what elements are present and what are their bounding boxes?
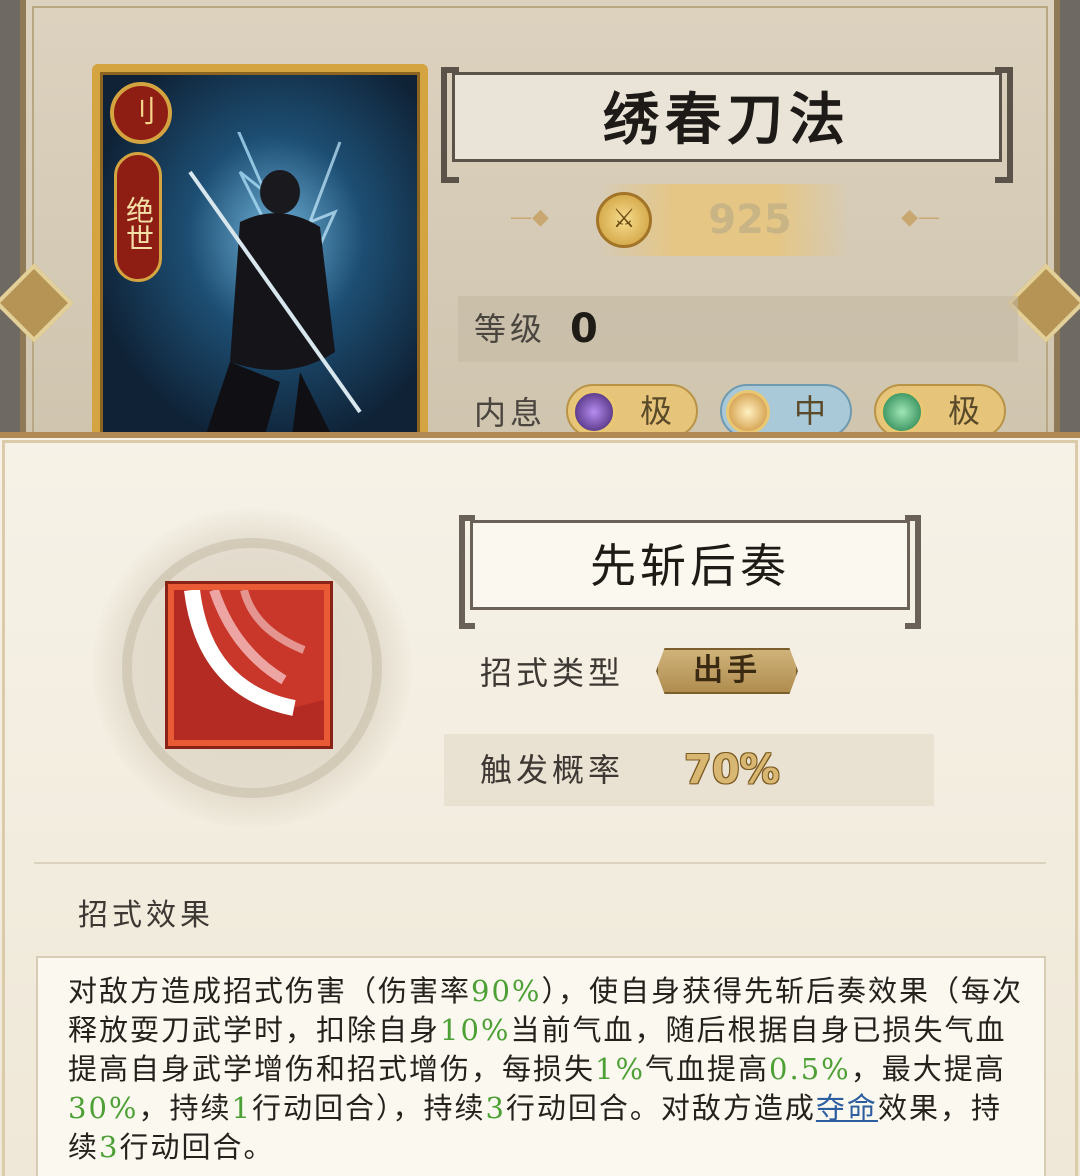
skill-title: 先斩后奏 [590,539,790,593]
weapon-title: 绣春刀法 [603,87,851,153]
rank-badge: 绝世 [114,152,162,282]
duoming-link[interactable]: 夺命 [816,1091,878,1125]
slash-graphic-icon [174,590,324,740]
effect-number: 3 [99,1130,120,1164]
divider [34,862,1046,864]
purple-moon-icon [572,390,616,434]
effect-text-segment: 气血提高 [645,1052,770,1086]
effect-number: 90% [471,974,542,1008]
trigger-label: 触发概率 [480,751,625,789]
trigger-value: 70% [684,747,780,793]
effect-label: 招式效果 [78,898,214,933]
skill-detail-panel: 先斩后奏 招式类型 出手 触发概率 70% 招式效果 对敌方造成招式伤害（伤害率… [0,432,1080,1176]
ornament-left-icon: —◆ [510,205,549,230]
neixi-slot-1[interactable]: 极 [566,384,698,438]
power-row: —◆ ⚔ 925 ◆— [510,180,940,260]
golden-sun-icon [726,390,770,434]
power-value: 925 [708,197,792,243]
neixi-grade: 极 [947,392,980,430]
effect-text-segment: 行动回合。 [119,1130,275,1164]
effect-number: 1 [231,1091,252,1125]
skill-title-frame: 先斩后奏 [459,515,921,629]
neixi-grade: 中 [793,392,826,430]
effect-text-segment: 行动回合。对敌方造成 [505,1091,816,1125]
neixi-slot-2[interactable]: 中 [720,384,852,438]
effect-text-segment: 行动回合），持续 [251,1091,486,1125]
effect-number: 3 [485,1091,506,1125]
neixi-grade: 极 [639,392,672,430]
effect-number: 0.5% [769,1052,851,1086]
weapon-card-art[interactable]: 刂 绝世 [92,64,428,444]
neixi-slot-3[interactable]: 极 [874,384,1006,438]
green-ring-icon [880,390,924,434]
effect-text-segment: 对敌方造成招式伤害（伤害率 [68,974,472,1008]
effect-number: 10% [440,1013,511,1047]
type-badge: 出手 [656,648,798,694]
trigger-row: 触发概率 70% [444,734,934,806]
sect-emblem-icon: 刂 [110,82,172,144]
sword-power-icon: ⚔ [596,192,652,248]
effect-number: 30% [68,1091,139,1125]
swordsman-figure-icon [188,132,362,436]
type-label: 招式类型 [480,654,625,692]
skill-detail-screen: 刂 绝世 绣春刀法 —◆ ⚔ 925 ◆— 等级 0 内息 极 中 极 先斩后奏… [0,0,1080,1176]
blade-slash-icon[interactable] [168,584,330,746]
effect-text: 对敌方造成招式伤害（伤害率90%），使自身获得先斩后奏效果（每次释放耍刀武学时，… [68,972,1028,1167]
level-row: 等级 0 [458,296,1018,362]
effect-text-segment: ，最大提高 [850,1052,1006,1086]
level-label: 等级 [474,310,547,348]
ornament-right-icon: ◆— [901,205,940,230]
effect-box: 对敌方造成招式伤害（伤害率90%），使自身获得先斩后奏效果（每次释放耍刀武学时，… [36,956,1046,1176]
effect-number: 1% [595,1052,646,1086]
neixi-label: 内息 [474,394,547,432]
effect-text-segment: ，持续 [138,1091,232,1125]
weapon-title-frame: 绣春刀法 [441,67,1013,183]
level-value: 0 [570,306,598,352]
